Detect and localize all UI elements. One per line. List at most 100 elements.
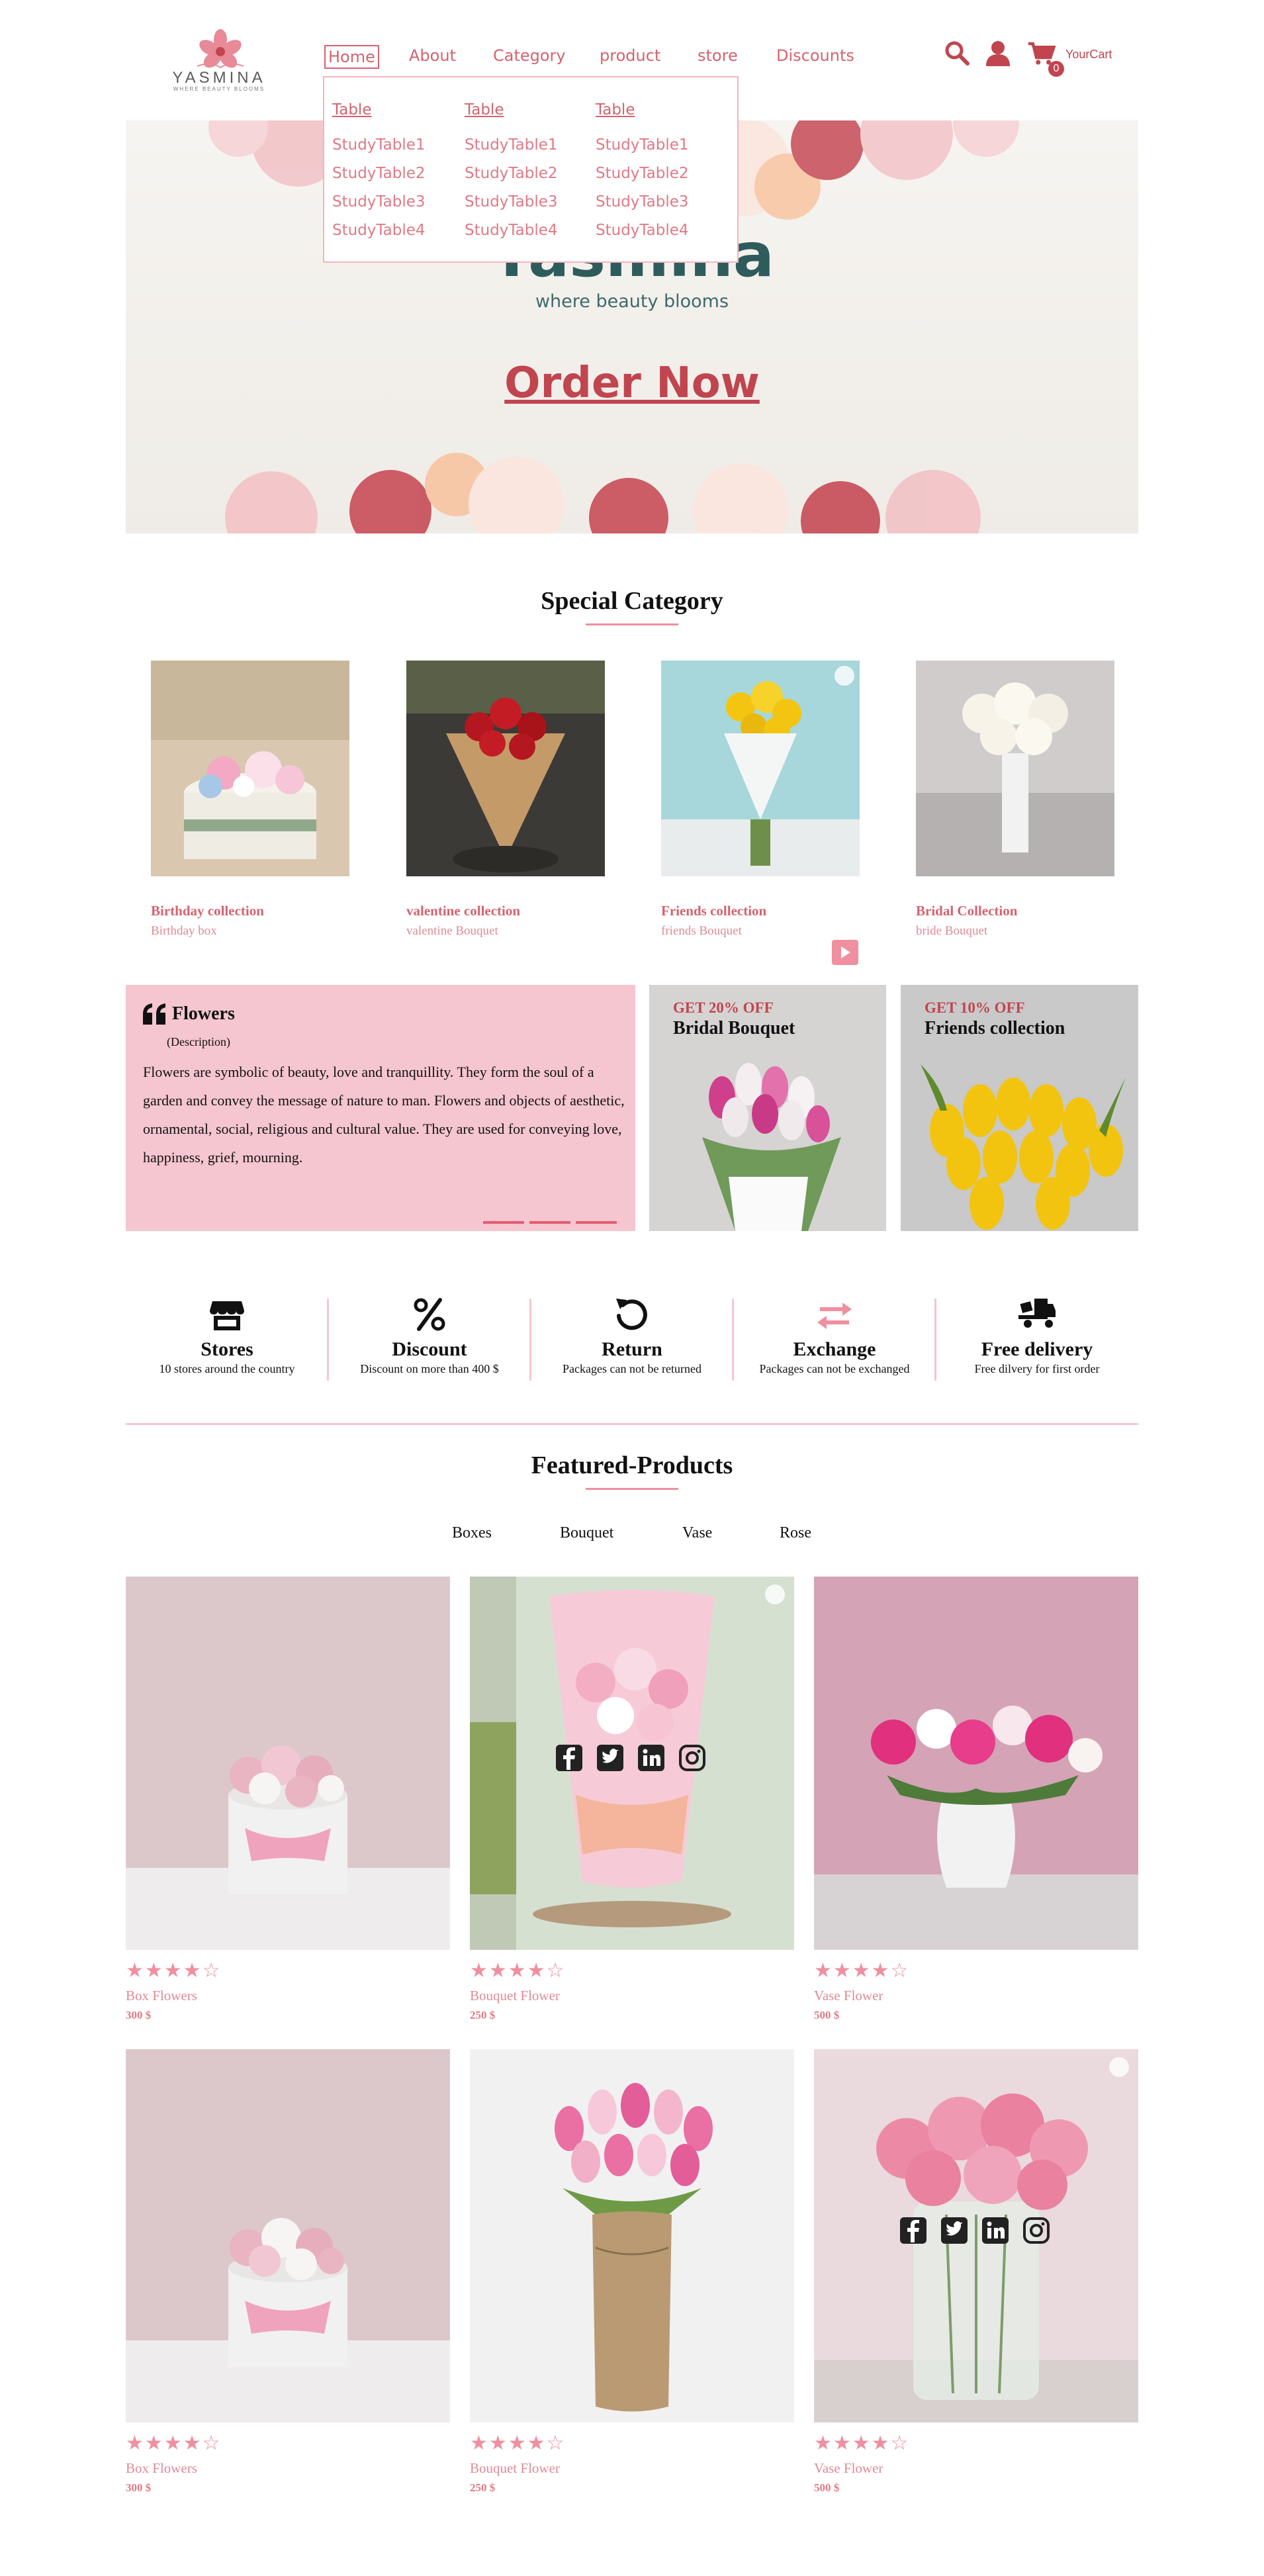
product-card[interactable] [814,2049,1138,2422]
quote-description-label: (Description) [167,1035,230,1048]
nav-product[interactable]: product [600,46,660,65]
category-title[interactable]: Friends collection [661,903,766,919]
valentine-bouquet-image [406,661,605,876]
flowers-description-box: Flowers (Description) Flowers are symbol… [126,985,635,1231]
tab-bouquet[interactable]: Bouquet [560,1524,613,1542]
user-icon[interactable] [983,38,1013,68]
product-price: 250 $ [470,2481,496,2494]
tab-vase[interactable]: Vase [682,1524,712,1542]
feature-discount: Discount Discount on more than 400 $ [330,1295,529,1376]
nav-discounts[interactable]: Discounts [776,46,854,65]
dropdown-link[interactable]: StudyTable3 [465,194,590,210]
category-title[interactable]: Bridal Collection [916,903,1017,919]
logo-flower-icon [197,29,244,69]
title-underline [586,623,678,625]
feature-title: Free delivery [981,1338,1093,1360]
rating-stars: ★★★★☆ [470,2432,566,2454]
nav-home[interactable]: Home [324,45,379,69]
dropdown-heading[interactable]: Table [332,101,458,118]
linkedin-icon[interactable] [981,2216,1010,2245]
product-card[interactable] [470,1577,794,1950]
product-card[interactable] [126,1577,450,1950]
title-underline [586,1488,678,1490]
tab-boxes[interactable]: Boxes [452,1524,492,1542]
quote-text: Flowers are symbolic of beauty, love and… [143,1064,625,1166]
dropdown-link[interactable]: StudyTable2 [596,165,721,181]
feature-subtitle: Discount on more than 400 $ [360,1362,499,1375]
nav-category[interactable]: Category [493,46,566,65]
dropdown-link[interactable]: StudyTable4 [465,222,590,238]
vase-flower-image [814,1577,1138,1950]
product-name[interactable]: Vase Flower [814,1988,883,2004]
order-now-button[interactable]: Order Now [126,359,1138,408]
zoom-icon[interactable] [835,666,854,686]
dropdown-link[interactable]: StudyTable1 [332,137,458,153]
search-icon[interactable] [942,38,971,68]
dropdown-link[interactable]: StudyTable3 [596,194,721,210]
instagram-icon[interactable] [1022,2216,1051,2245]
carousel-next-button[interactable] [832,940,858,965]
category-subtitle: friends Bouquet [661,924,742,938]
feature-title: Stores [201,1338,253,1360]
birthday-box-image [151,661,349,876]
quote-title: Flowers [172,1003,235,1024]
twitter-icon[interactable] [596,1743,625,1772]
category-title[interactable]: valentine collection [406,903,520,919]
dropdown-link[interactable]: StudyTable2 [465,165,590,181]
product-card[interactable] [470,2049,794,2422]
cart-label[interactable]: YourCart [1065,48,1112,62]
rating-stars: ★★★★☆ [814,1960,910,1982]
product-card[interactable] [126,2049,450,2422]
rating-stars: ★★★★☆ [126,1960,222,1982]
nav-store[interactable]: store [698,46,738,65]
dropdown-link[interactable]: StudyTable1 [465,137,590,153]
dropdown-link[interactable]: StudyTable3 [332,194,458,210]
dropdown-column: Table StudyTable1 StudyTable2 StudyTable… [465,101,590,251]
tab-rose[interactable]: Rose [780,1524,811,1542]
zoom-icon[interactable] [1109,2057,1129,2077]
promo-name: Friends collection [925,1018,1065,1038]
feature-exchange: Exchange Packages can not be exchanged [735,1295,934,1376]
special-category-title: Special Category [541,587,723,615]
promo-friends-collection[interactable]: GET 10% OFF Friends collection [901,985,1138,1231]
category-card-birthday[interactable] [151,661,349,876]
category-card-valentine[interactable] [406,661,605,876]
category-card-bridal[interactable] [916,661,1114,876]
product-name[interactable]: Vase Flower [814,2460,883,2477]
cart-count-badge: 0 [1048,61,1064,77]
dropdown-link[interactable]: StudyTable1 [596,137,721,153]
product-name[interactable]: Bouquet Flower [470,2460,560,2477]
instagram-icon[interactable] [678,1743,707,1772]
social-share-icons [555,1743,707,1772]
product-name[interactable]: Box Flowers [126,1988,197,2004]
dropdown-link[interactable]: StudyTable4 [596,222,721,238]
brand-tagline: WHERE BEAUTY BLOOMS [173,86,265,92]
feature-divider [529,1299,531,1381]
section-divider [126,1423,1138,1425]
dropdown-heading[interactable]: Table [465,101,590,118]
product-name[interactable]: Bouquet Flower [470,1988,560,2004]
dropdown-heading[interactable]: Table [596,101,721,118]
category-subtitle: bride Bouquet [916,924,988,938]
facebook-icon[interactable] [899,2216,928,2245]
carousel-indicator[interactable] [576,1221,617,1224]
product-card[interactable] [814,1577,1138,1950]
home-dropdown-menu: Table StudyTable1 StudyTable2 StudyTable… [323,76,739,263]
promo-discount: GET 10% OFF [925,999,1025,1016]
carousel-indicator[interactable] [483,1221,524,1224]
promo-bridal-bouquet[interactable]: GET 20% OFF Bridal Bouquet [649,985,886,1231]
carousel-indicator[interactable] [529,1221,570,1224]
dropdown-link[interactable]: StudyTable2 [332,165,458,181]
category-card-friends[interactable] [661,661,860,876]
feature-divider [934,1299,936,1381]
dropdown-link[interactable]: StudyTable4 [332,222,458,238]
category-title[interactable]: Birthday collection [151,903,264,919]
nav-about[interactable]: About [409,46,456,65]
zoom-icon[interactable] [765,1585,785,1604]
linkedin-icon[interactable] [637,1743,666,1772]
twitter-icon[interactable] [940,2216,969,2245]
facebook-icon[interactable] [555,1743,584,1772]
product-name[interactable]: Box Flowers [126,2460,197,2477]
feature-return: Return Packages can not be returned [533,1295,731,1376]
hero-subtitle: where beauty blooms [535,291,729,312]
